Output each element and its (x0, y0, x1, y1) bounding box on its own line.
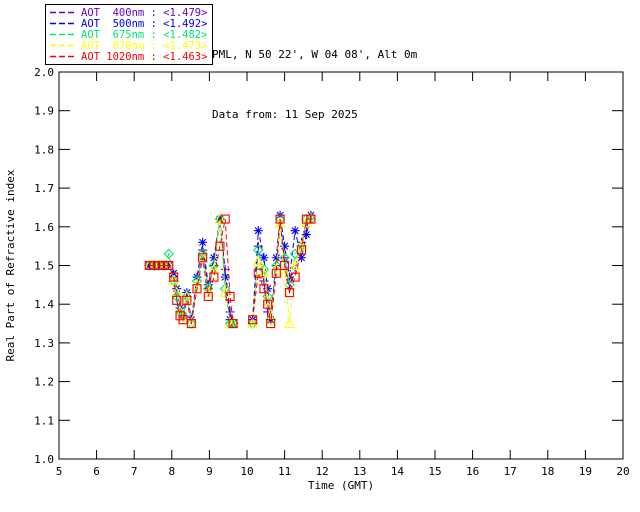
x-tick-label: 6 (93, 465, 100, 478)
x-tick-label: 20 (616, 465, 629, 478)
y-tick-label: 1.4 (34, 298, 54, 311)
x-tick-label: 7 (131, 465, 138, 478)
y-tick-label: 1.0 (34, 453, 54, 466)
refractive-index-chart: 5 6 7 8 9 10 11 12 13 14 15 16 17 18 19 20 Time (GMT) 1.0… (0, 0, 640, 512)
x-axis: 5 6 7 8 9 10 11 12 13 14 15 16 17 18 19 20 Time (GMT) (56, 72, 630, 492)
y-tick-label: 1.7 (34, 182, 54, 195)
x-tick-label: 14 (391, 465, 405, 478)
x-tick-label: 13 (353, 465, 366, 478)
y-axis-title: Real Part of Refractive index (4, 169, 17, 361)
x-tick-label: 11 (278, 465, 291, 478)
aeronet-refractive-index-plot: AOT 400nm : <1.479>AOT 500nm : <1.492>AO… (0, 0, 640, 512)
x-tick-label: 19 (579, 465, 592, 478)
y-tick-label: 1.2 (34, 376, 54, 389)
x-tick-label: 16 (466, 465, 479, 478)
y-tick-label: 2.0 (34, 66, 54, 79)
y-axis: 1.0 1.1 1.2 1.3 1.4 1.5 1.6 1.7 1.8 1.9 2.0 Real Pa… (4, 66, 623, 466)
y-tick-label: 1.6 (34, 221, 54, 234)
asterisk-marker (221, 273, 230, 282)
x-tick-label: 17 (504, 465, 517, 478)
x-tick-label: 8 (168, 465, 175, 478)
x-tick-label: 10 (240, 465, 253, 478)
x-tick-label: 18 (541, 465, 554, 478)
asterisk-marker (254, 226, 263, 235)
asterisk-marker (198, 238, 207, 247)
x-tick-label: 9 (206, 465, 213, 478)
x-tick-label: 5 (56, 465, 63, 478)
asterisk-marker (291, 226, 300, 235)
y-tick-label: 1.8 (34, 143, 54, 156)
x-tick-label: 15 (428, 465, 441, 478)
y-tick-label: 1.3 (34, 337, 54, 350)
plot-frame (59, 72, 623, 459)
asterisk-marker (280, 242, 289, 251)
y-tick-label: 1.1 (34, 414, 54, 427)
plus-marker (226, 307, 235, 316)
y-tick-label: 1.9 (34, 105, 54, 118)
y-tick-label: 1.5 (34, 260, 54, 273)
x-tick-label: 12 (316, 465, 329, 478)
x-axis-title: Time (GMT) (308, 479, 374, 492)
